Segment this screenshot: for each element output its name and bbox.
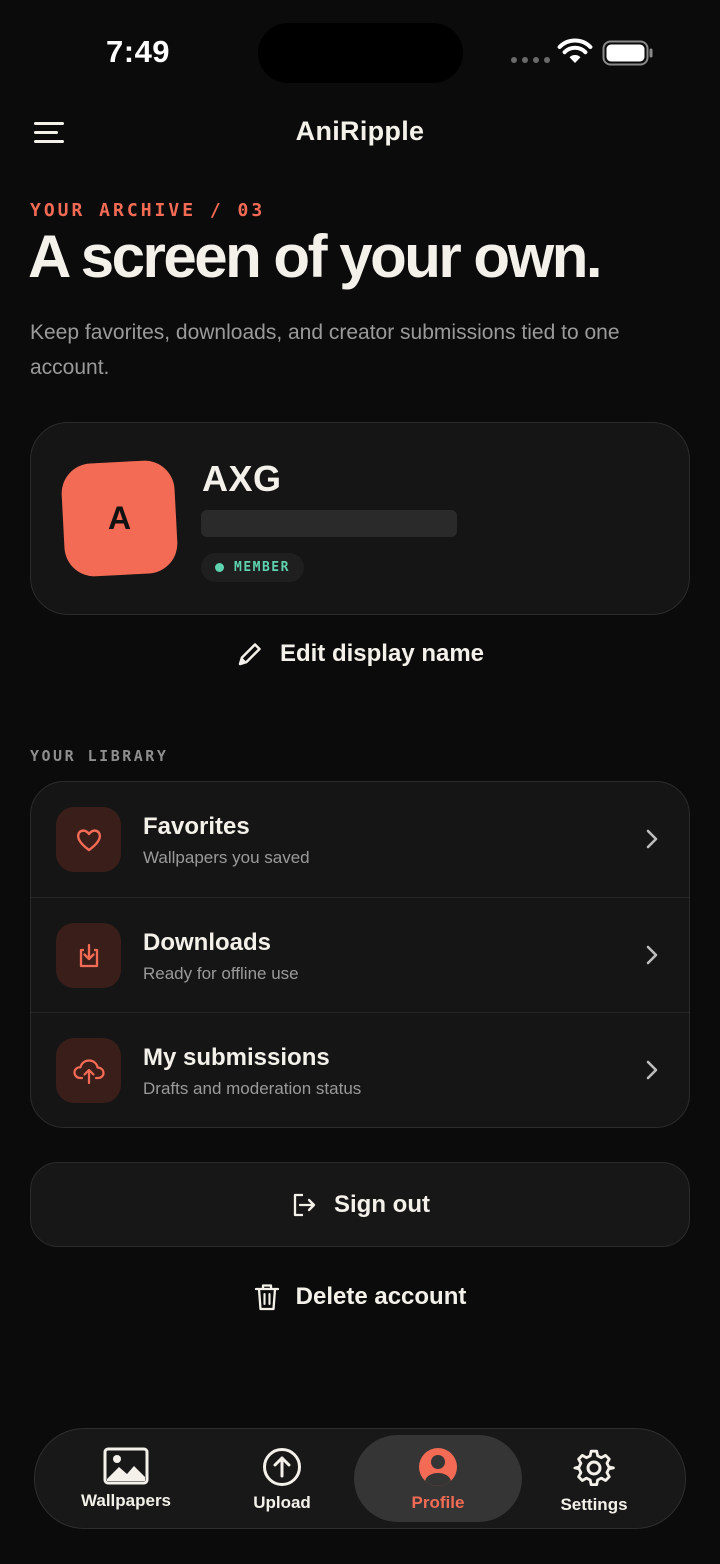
page-subtitle: Keep favorites, downloads, and creator s… <box>30 321 620 379</box>
library-item-favorites[interactable]: Favorites Wallpapers you saved <box>31 782 689 897</box>
image-icon <box>103 1447 149 1485</box>
library-item-title: Favorites <box>143 813 250 840</box>
avatar-initial: A <box>107 500 132 537</box>
page-title: A screen of your own. <box>28 223 603 290</box>
cellular-signal-icon <box>511 57 550 63</box>
battery-icon <box>602 40 653 66</box>
trash-icon <box>254 1284 279 1311</box>
profile-screen: 7:49 AniRipple YOUR ARCHIVE / 03 A scree… <box>0 0 720 1564</box>
avatar: A <box>60 459 179 578</box>
library-item-subtitle: Ready for offline use <box>143 964 299 983</box>
app-title: AniRipple <box>295 116 425 146</box>
tab-label: Profile <box>411 1493 465 1512</box>
wifi-icon <box>557 38 593 63</box>
library-item-title: Downloads <box>143 929 272 956</box>
edit-display-name-label: Edit display name <box>279 640 485 667</box>
chevron-right-icon <box>646 1060 658 1080</box>
library-item-title: My submissions <box>143 1044 330 1071</box>
tab-label: Settings <box>560 1495 628 1514</box>
cloud-upload-icon <box>72 1058 105 1084</box>
sign-out-label: Sign out <box>334 1190 430 1218</box>
library-item-downloads[interactable]: Downloads Ready for offline use <box>31 897 689 1012</box>
tab-label: Upload <box>253 1493 311 1512</box>
library-item-subtitle: Drafts and moderation status <box>143 1079 362 1098</box>
status-dot-icon <box>215 563 224 572</box>
sign-out-button[interactable]: Sign out <box>30 1162 690 1247</box>
gear-icon <box>573 1449 615 1487</box>
pencil-icon <box>238 643 261 666</box>
bottom-tab-bar: Wallpapers Upload Profile Settings <box>34 1428 686 1529</box>
download-icon <box>79 943 98 967</box>
profile-icon <box>419 1448 457 1486</box>
library-list: Favorites Wallpapers you saved Downloads… <box>30 781 690 1128</box>
delete-account-label: Delete account <box>295 1283 467 1310</box>
tab-label: Wallpapers <box>80 1491 172 1510</box>
sign-out-icon <box>293 1193 316 1216</box>
heart-icon <box>76 828 101 851</box>
tab-profile[interactable]: Profile <box>354 1435 522 1522</box>
library-section-label: YOUR LIBRARY <box>30 747 169 765</box>
chevron-right-icon <box>646 829 658 849</box>
tab-settings[interactable]: Settings <box>510 1435 678 1522</box>
redacted-email <box>201 510 457 537</box>
upload-icon <box>263 1448 301 1486</box>
library-item-subtitle: Wallpapers you saved <box>143 848 310 867</box>
status-time: 7:49 <box>106 34 171 69</box>
edit-display-name-button[interactable]: Edit display name <box>0 640 720 668</box>
delete-account-button[interactable]: Delete account <box>0 1282 720 1312</box>
library-item-my-submissions[interactable]: My submissions Drafts and moderation sta… <box>31 1012 689 1127</box>
display-name: AXG <box>202 458 282 499</box>
tab-wallpapers[interactable]: Wallpapers <box>42 1435 210 1522</box>
dynamic-island <box>258 23 463 83</box>
member-badge: MEMBER <box>201 553 304 582</box>
member-badge-label: MEMBER <box>234 560 290 575</box>
tab-upload[interactable]: Upload <box>198 1435 366 1522</box>
archive-eyebrow: YOUR ARCHIVE / 03 <box>30 200 266 221</box>
chevron-right-icon <box>646 945 658 965</box>
